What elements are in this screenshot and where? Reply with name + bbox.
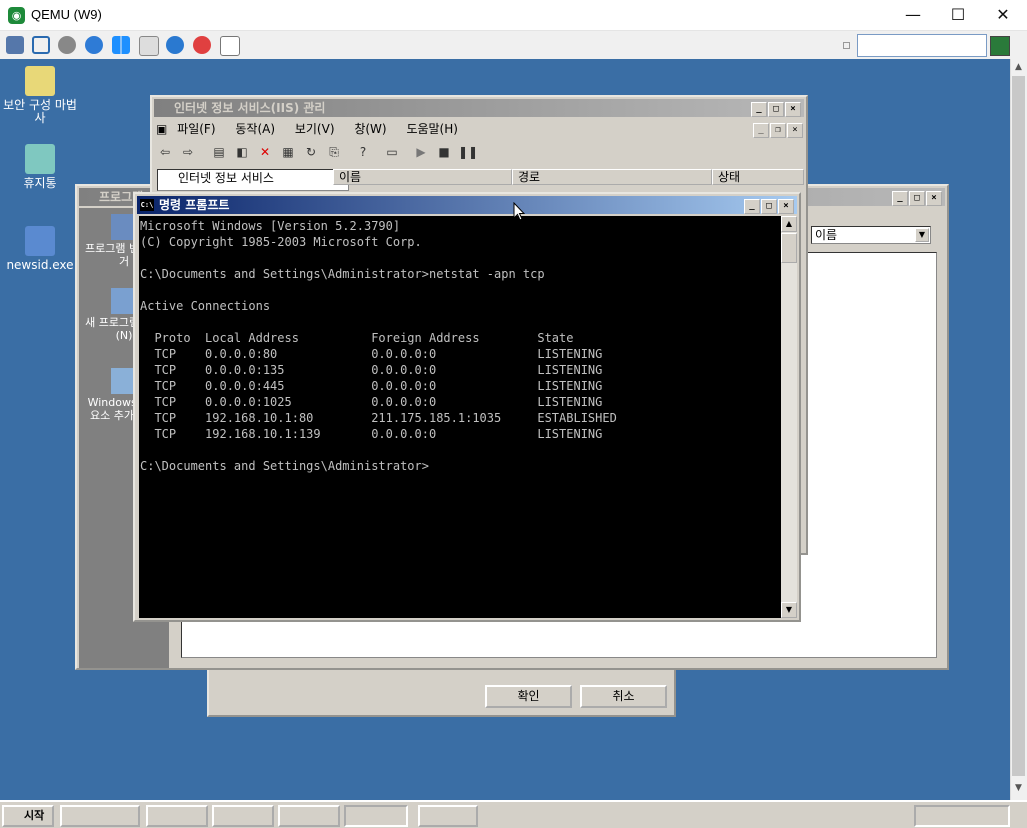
sort-value: 이름 <box>815 228 838 242</box>
iis-toolbar: ⇦ ⇨ ▤ ◧ ✕ ▦ ↻ ⎘? ▭ ▶ ■ ❚❚ <box>156 143 802 165</box>
qemu-titlebar: ◉ QEMU (W9) — ☐ ✕ <box>0 0 1027 31</box>
menu-window[interactable]: 창(W) <box>354 119 386 139</box>
menu-help[interactable]: 도움말(H) <box>406 119 458 139</box>
mmc-icon: ▣ <box>156 122 168 136</box>
desktop-icon-newsid[interactable]: newsid.exe <box>0 226 80 272</box>
computer-icon[interactable]: ▭ <box>383 143 401 161</box>
search-input[interactable] <box>857 34 987 57</box>
command-prompt-titlebar: C:\ 명령 프롬프트 _ □ × <box>137 196 797 214</box>
start-button[interactable]: 시작 <box>2 805 54 827</box>
child-restore-button[interactable]: ❐ <box>770 123 786 138</box>
column-header-path[interactable]: 경로 <box>512 169 712 185</box>
qemu-app-icon: ◉ <box>8 7 25 24</box>
iis-titlebar: 인터넷 정보 서비스(IIS) 관리 _ □ × <box>154 99 804 117</box>
taskbar-task-1[interactable] <box>146 805 208 827</box>
maximize-button[interactable]: ☐ <box>935 0 981 31</box>
refresh-icon[interactable]: ↻ <box>302 143 320 161</box>
iis-menubar: ▣ 파일(F) 동작(A) 보기(V) 창(W) 도움말(H) <box>156 119 776 139</box>
menu-view[interactable]: 보기(V) <box>295 119 335 139</box>
menu-file[interactable]: 파일(F) <box>177 119 215 139</box>
play-icon[interactable]: ▶ <box>412 143 430 161</box>
child-minimize-button[interactable]: _ <box>753 123 769 138</box>
export-icon[interactable]: ⎘ <box>325 143 343 161</box>
desktop-icon-security-wizard[interactable]: 보안 구성 마법사 <box>0 66 80 125</box>
start-label: 시작 <box>24 809 45 822</box>
column-header-name[interactable]: 이름 <box>333 169 512 185</box>
minimize-button[interactable]: _ <box>744 199 760 214</box>
console-output[interactable]: Microsoft Windows [Version 5.2.3790] (C)… <box>139 216 781 618</box>
security-wizard-icon <box>25 66 55 96</box>
mouse-cursor-icon <box>513 202 525 221</box>
maximize-button[interactable]: □ <box>761 199 777 214</box>
tree-root-label: 인터넷 정보 서비스 <box>178 171 274 185</box>
back-icon[interactable]: ⇦ <box>156 143 174 161</box>
window-title: 인터넷 정보 서비스(IIS) 관리 <box>174 101 326 115</box>
ok-button[interactable]: 확인 <box>485 685 572 708</box>
taskbar-task-2[interactable] <box>212 805 274 827</box>
disk-icon[interactable] <box>139 36 159 56</box>
up-folder-icon[interactable]: ▤ <box>210 143 228 161</box>
dropdown-arrow-icon[interactable]: ▼ <box>915 228 929 242</box>
status-icon <box>990 36 1010 56</box>
minimize-button[interactable]: — <box>890 0 936 31</box>
fullscreen-icon[interactable] <box>32 36 50 54</box>
minimize-button[interactable]: _ <box>751 102 767 117</box>
stop-icon[interactable] <box>193 36 211 54</box>
close-button[interactable]: × <box>778 199 794 214</box>
screenshot-icon[interactable] <box>220 36 240 56</box>
guest-taskbar: 시작 <box>0 800 1027 828</box>
command-prompt-window: C:\ 명령 프롬프트 _ □ × Microsoft Windows [Versi… <box>133 192 801 622</box>
windows-icon[interactable] <box>112 36 130 54</box>
info-icon[interactable] <box>166 36 184 54</box>
maximize-button[interactable]: □ <box>909 191 925 206</box>
child-close-button[interactable]: × <box>787 123 803 138</box>
scroll-down-arrow-icon[interactable]: ▼ <box>781 602 797 618</box>
newsid-exe-icon <box>25 226 55 256</box>
minimize-button[interactable]: _ <box>892 191 908 206</box>
desktop-icon-label: 휴지통 <box>23 176 57 190</box>
stop-icon[interactable]: ■ <box>435 143 453 161</box>
console-icon: C:\ <box>140 199 154 211</box>
pause-icon[interactable]: ❚❚ <box>458 143 478 161</box>
scroll-up-arrow-icon[interactable]: ▲ <box>781 216 797 232</box>
close-button[interactable]: × <box>926 191 942 206</box>
console-text: Microsoft Windows [Version 5.2.3790] (C)… <box>140 219 617 473</box>
menu-action[interactable]: 동작(A) <box>235 119 275 139</box>
taskbar-task-cmd[interactable] <box>344 805 408 827</box>
quick-launch[interactable] <box>60 805 140 827</box>
desktop-icon-label: newsid.exe <box>6 258 74 272</box>
properties-icon[interactable]: ▦ <box>279 143 297 161</box>
scroll-down-arrow-icon[interactable]: ▼ <box>1010 780 1027 797</box>
window-title: 명령 프롬프트 <box>159 198 230 212</box>
scroll-up-arrow-icon[interactable]: ▲ <box>1010 59 1027 76</box>
desktop-icon-label: 보안 구성 마법사 <box>3 98 77 125</box>
iis-tree-pane[interactable]: 인터넷 정보 서비스 <box>157 169 349 191</box>
toolbar-grip <box>843 42 850 49</box>
taskbar-task-3[interactable] <box>278 805 340 827</box>
delete-icon[interactable]: ✕ <box>256 143 274 161</box>
close-button[interactable]: × <box>785 102 801 117</box>
close-button[interactable]: ✕ <box>980 0 1026 31</box>
forward-icon[interactable]: ⇨ <box>179 143 197 161</box>
scrollbar-thumb[interactable] <box>1012 76 1025 776</box>
sort-by-select[interactable]: 이름 ▼ <box>811 226 931 244</box>
system-tray <box>914 805 1010 827</box>
gear-icon[interactable] <box>58 36 76 54</box>
show-tree-icon[interactable]: ◧ <box>233 143 251 161</box>
console-scrollbar[interactable]: ▲ ▼ <box>781 216 797 618</box>
help-icon[interactable]: ? <box>354 143 372 161</box>
scrollbar-thumb[interactable] <box>781 233 797 263</box>
maximize-button[interactable]: □ <box>768 102 784 117</box>
recycle-bin-icon <box>25 144 55 174</box>
cancel-button[interactable]: 취소 <box>580 685 667 708</box>
refresh-icon[interactable] <box>85 36 103 54</box>
network-icon[interactable] <box>6 36 24 54</box>
column-header-status[interactable]: 상태 <box>712 169 804 185</box>
taskbar-task-5[interactable] <box>418 805 478 827</box>
qemu-window-title: QEMU (W9) <box>31 7 102 22</box>
desktop-icon-recycle-bin[interactable]: 휴지통 <box>0 144 80 190</box>
